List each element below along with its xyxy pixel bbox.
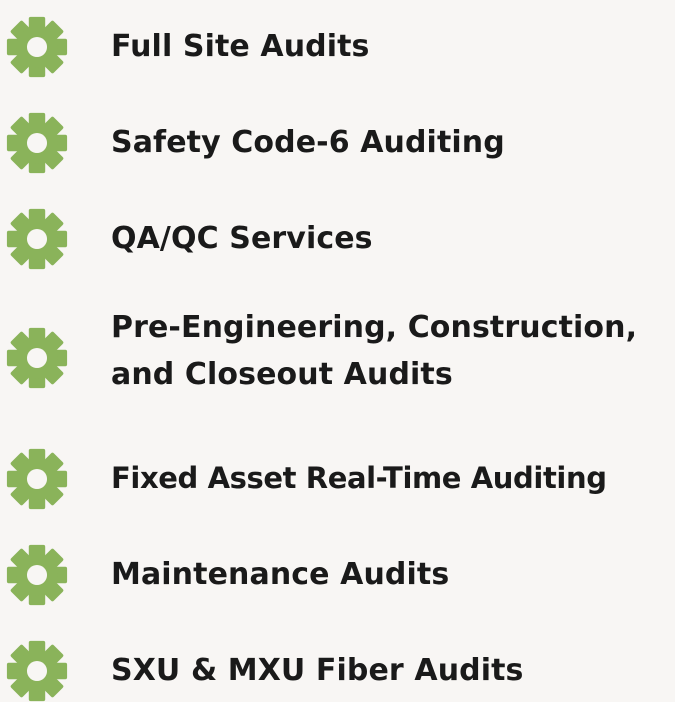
- gear-icon: [6, 327, 68, 389]
- gear-icon: [6, 544, 68, 606]
- list-item-label: Fixed Asset Real-Time Auditing: [111, 461, 607, 495]
- list-item-label: Maintenance Audits: [111, 557, 450, 592]
- audit-services-list: { "icon": "gear-icon", "colors": { "gear…: [0, 0, 675, 702]
- list-item-label: QA/QC Services: [111, 221, 373, 256]
- gear-icon: [6, 16, 68, 78]
- gear-icon: [6, 112, 68, 174]
- list-item-label: Safety Code-6 Auditing: [111, 125, 505, 160]
- gear-icon: [6, 640, 68, 702]
- list-item-label: Full Site Audits: [111, 29, 370, 64]
- gear-icon: [6, 208, 68, 270]
- list-item-label-multiline: Pre-Engineering, Construction, and Close…: [111, 304, 637, 398]
- list-item-label-line-2: and Closeout Audits: [111, 357, 453, 392]
- list-item-label: SXU & MXU Fiber Audits: [111, 653, 524, 688]
- gear-icon: [6, 448, 68, 510]
- list-item-label-line-1: Pre-Engineering, Construction,: [111, 310, 638, 345]
